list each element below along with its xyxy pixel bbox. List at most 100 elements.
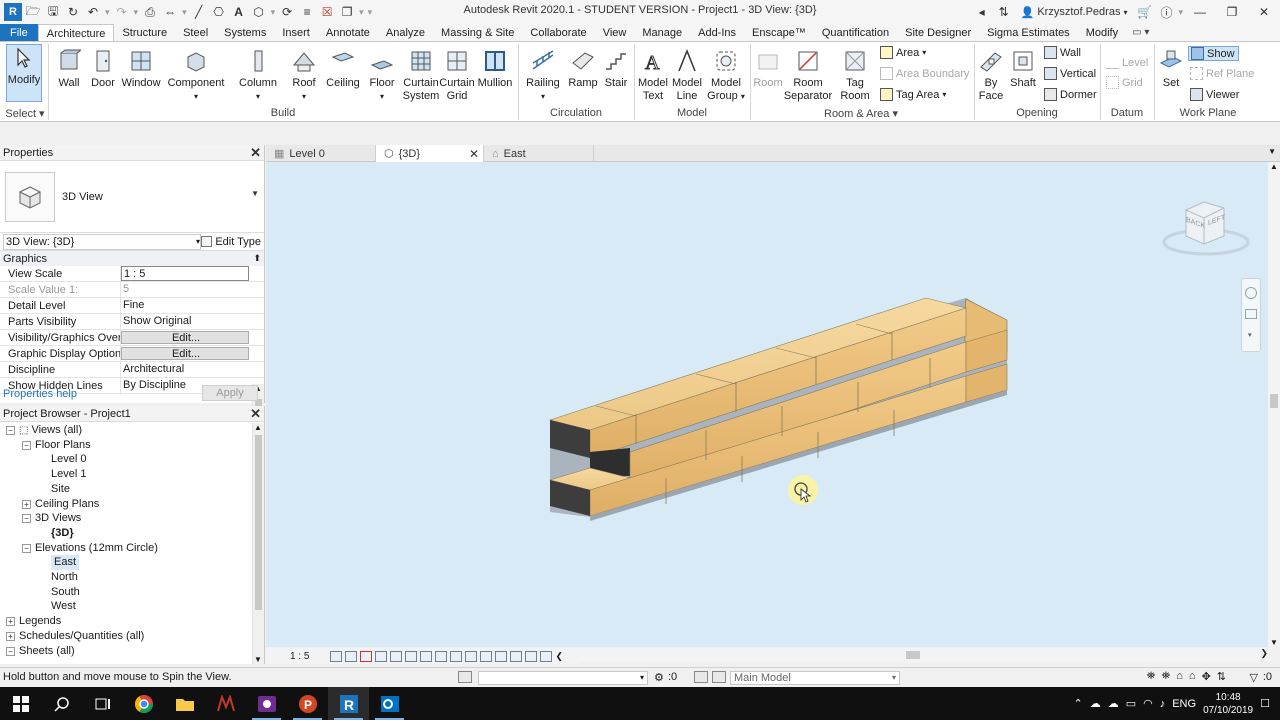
minimize-button[interactable]: — — [1184, 0, 1216, 24]
exchange-icon[interactable]: ⇅ — [993, 3, 1015, 21]
temporary-view-properties-icon[interactable] — [480, 650, 493, 662]
view-scale[interactable]: 1 : 5 — [290, 651, 309, 662]
dormer-opening-button[interactable]: Dormer — [1044, 88, 1097, 101]
component-button[interactable]: Component ▾ — [168, 48, 224, 103]
stair-button[interactable]: Stair — [602, 48, 630, 90]
apply-button[interactable]: Apply — [202, 385, 258, 401]
tag-area-button[interactable]: Tag Area ▾ — [880, 88, 946, 101]
viewer-button[interactable]: Viewer — [1190, 88, 1239, 101]
select-by-face-icon[interactable]: ⌂ — [1189, 670, 1196, 683]
show-work-plane-button[interactable]: Show — [1188, 46, 1239, 61]
browser-item[interactable]: − ⬚ Views (all) — [6, 423, 82, 438]
design-option-select[interactable]: Main Model ▾ — [730, 671, 900, 685]
notifications-icon[interactable]: ☐ — [1260, 697, 1270, 710]
browser-item[interactable]: + Ceiling Plans — [22, 497, 99, 512]
railing-button[interactable]: Railing ▾ — [524, 48, 562, 103]
detail-level-icon[interactable] — [330, 650, 343, 662]
tab-view[interactable]: View — [595, 24, 635, 41]
volume-icon[interactable]: ♪ — [1160, 698, 1166, 710]
close-icon[interactable]: ✕ — [250, 406, 261, 422]
start-button[interactable] — [0, 687, 41, 720]
customize-qat-icon[interactable]: ▾ — [368, 7, 373, 18]
select-panel-label[interactable]: Select ▾ — [4, 107, 46, 120]
close-hidden-windows-icon[interactable]: ☒ — [318, 3, 336, 21]
browser-item[interactable]: East — [38, 555, 80, 571]
expand-icon[interactable]: + — [6, 631, 15, 641]
type-selector[interactable]: 3D View ▼ — [0, 161, 264, 233]
reveal-hidden-icon[interactable] — [465, 650, 478, 662]
room-separator-button[interactable]: Room Separator — [784, 48, 832, 103]
thin-lines-icon[interactable]: ≡ — [298, 3, 316, 21]
property-value[interactable]: 1 : 5 — [121, 266, 249, 281]
room-button[interactable]: Room — [752, 48, 784, 90]
ceiling-button[interactable]: Ceiling — [325, 48, 361, 90]
tab-annotate[interactable]: Annotate — [318, 24, 378, 41]
recorder-app-icon[interactable] — [246, 687, 287, 720]
search-icon[interactable] — [41, 687, 82, 720]
workset-select[interactable]: ▾ — [478, 671, 648, 685]
brick-wall-model[interactable] — [266, 162, 1270, 647]
redo-icon[interactable]: ↷ — [113, 3, 131, 21]
tab-architecture[interactable]: Architecture — [37, 24, 115, 41]
properties-help-link[interactable]: Properties help — [3, 388, 77, 400]
collapse-icon[interactable]: − — [22, 543, 31, 553]
save-icon[interactable]: 🖫 — [44, 3, 62, 21]
curtain-system-button[interactable]: Curtain System — [402, 48, 440, 103]
grid-button[interactable]: Grid — [1106, 76, 1143, 89]
edit-type-button[interactable]: Edit Type — [201, 236, 261, 248]
tab-analyze[interactable]: Analyze — [378, 24, 433, 41]
model-group-button[interactable]: Model Group ▾ — [706, 48, 746, 103]
battery-icon[interactable]: ▭ — [1126, 697, 1136, 710]
tab-manage[interactable]: Manage — [634, 24, 690, 41]
browser-item[interactable]: West — [38, 599, 76, 614]
cloud-icon[interactable]: ☁ — [1108, 697, 1119, 710]
redo-dropdown-icon[interactable]: ▾ — [134, 7, 139, 18]
browser-item[interactable]: Site — [38, 482, 70, 497]
crop-view-icon[interactable] — [405, 650, 418, 662]
tab-steel[interactable]: Steel — [175, 24, 216, 41]
section-icon[interactable]: ⟳ — [278, 3, 296, 21]
nav-dropdown-icon[interactable]: ▾ — [1248, 331, 1252, 339]
tag-icon[interactable]: ⎔ — [210, 3, 228, 21]
scroll-left-icon[interactable]: ❮ — [555, 651, 563, 662]
rendering-icon[interactable] — [390, 650, 403, 662]
cart-icon[interactable]: 🛒 — [1133, 3, 1155, 21]
chrome-icon[interactable] — [123, 687, 164, 720]
help-dropdown-icon[interactable]: ▾ — [1178, 7, 1183, 18]
select-links-icon[interactable]: ⛯ — [1147, 670, 1156, 683]
default-3d-view-icon[interactable]: ⬡ — [250, 3, 268, 21]
tab-systems[interactable]: Systems — [216, 24, 274, 41]
search-back-icon[interactable]: ◂ — [971, 3, 993, 21]
worksets-icon[interactable] — [458, 671, 472, 683]
help-icon[interactable]: ⓘ — [1155, 3, 1177, 21]
modify-button[interactable]: Modify — [6, 44, 42, 102]
edit-button[interactable]: Edit... — [121, 347, 249, 360]
editable-only-icon[interactable] — [712, 671, 726, 683]
language-indicator[interactable]: ENG — [1172, 698, 1196, 710]
by-face-button[interactable]: By Face — [976, 48, 1006, 103]
browser-item[interactable]: North — [38, 570, 78, 585]
select-pinned-icon[interactable]: ⌂ — [1176, 670, 1183, 683]
revit-app-icon[interactable]: R — [4, 3, 22, 21]
wifi-icon[interactable]: ◠ — [1143, 697, 1153, 710]
drag-on-selection-icon[interactable]: ✥ — [1202, 670, 1211, 683]
print-icon[interactable]: ⎙ — [141, 3, 159, 21]
switch-windows-dropdown-icon[interactable]: ▾ — [359, 7, 364, 18]
browser-item[interactable]: − Floor Plans — [22, 438, 91, 453]
shadows-icon[interactable] — [375, 650, 388, 662]
app-icon-dark[interactable] — [205, 687, 246, 720]
sun-path-icon[interactable] — [360, 650, 373, 662]
tab-structure[interactable]: Structure — [114, 24, 175, 41]
wall-opening-button[interactable]: Wall — [1044, 46, 1081, 59]
tab-quantification[interactable]: Quantification — [814, 24, 897, 41]
file-explorer-icon[interactable] — [164, 687, 205, 720]
filter-icon[interactable]: ▽ — [1250, 671, 1258, 684]
3d-viewport[interactable]: BACK LEFT ▾ — [266, 162, 1270, 647]
switch-windows-icon[interactable]: ❐ — [338, 3, 356, 21]
tab-site-designer[interactable]: Site Designer — [897, 24, 979, 41]
browser-item[interactable]: − Elevations (12mm Circle) — [22, 541, 158, 556]
undo-dropdown-icon[interactable]: ▾ — [105, 7, 110, 18]
design-options-icon[interactable] — [694, 671, 708, 683]
restore-button[interactable]: ❐ — [1216, 0, 1248, 24]
tab-file[interactable]: File — [0, 24, 38, 41]
